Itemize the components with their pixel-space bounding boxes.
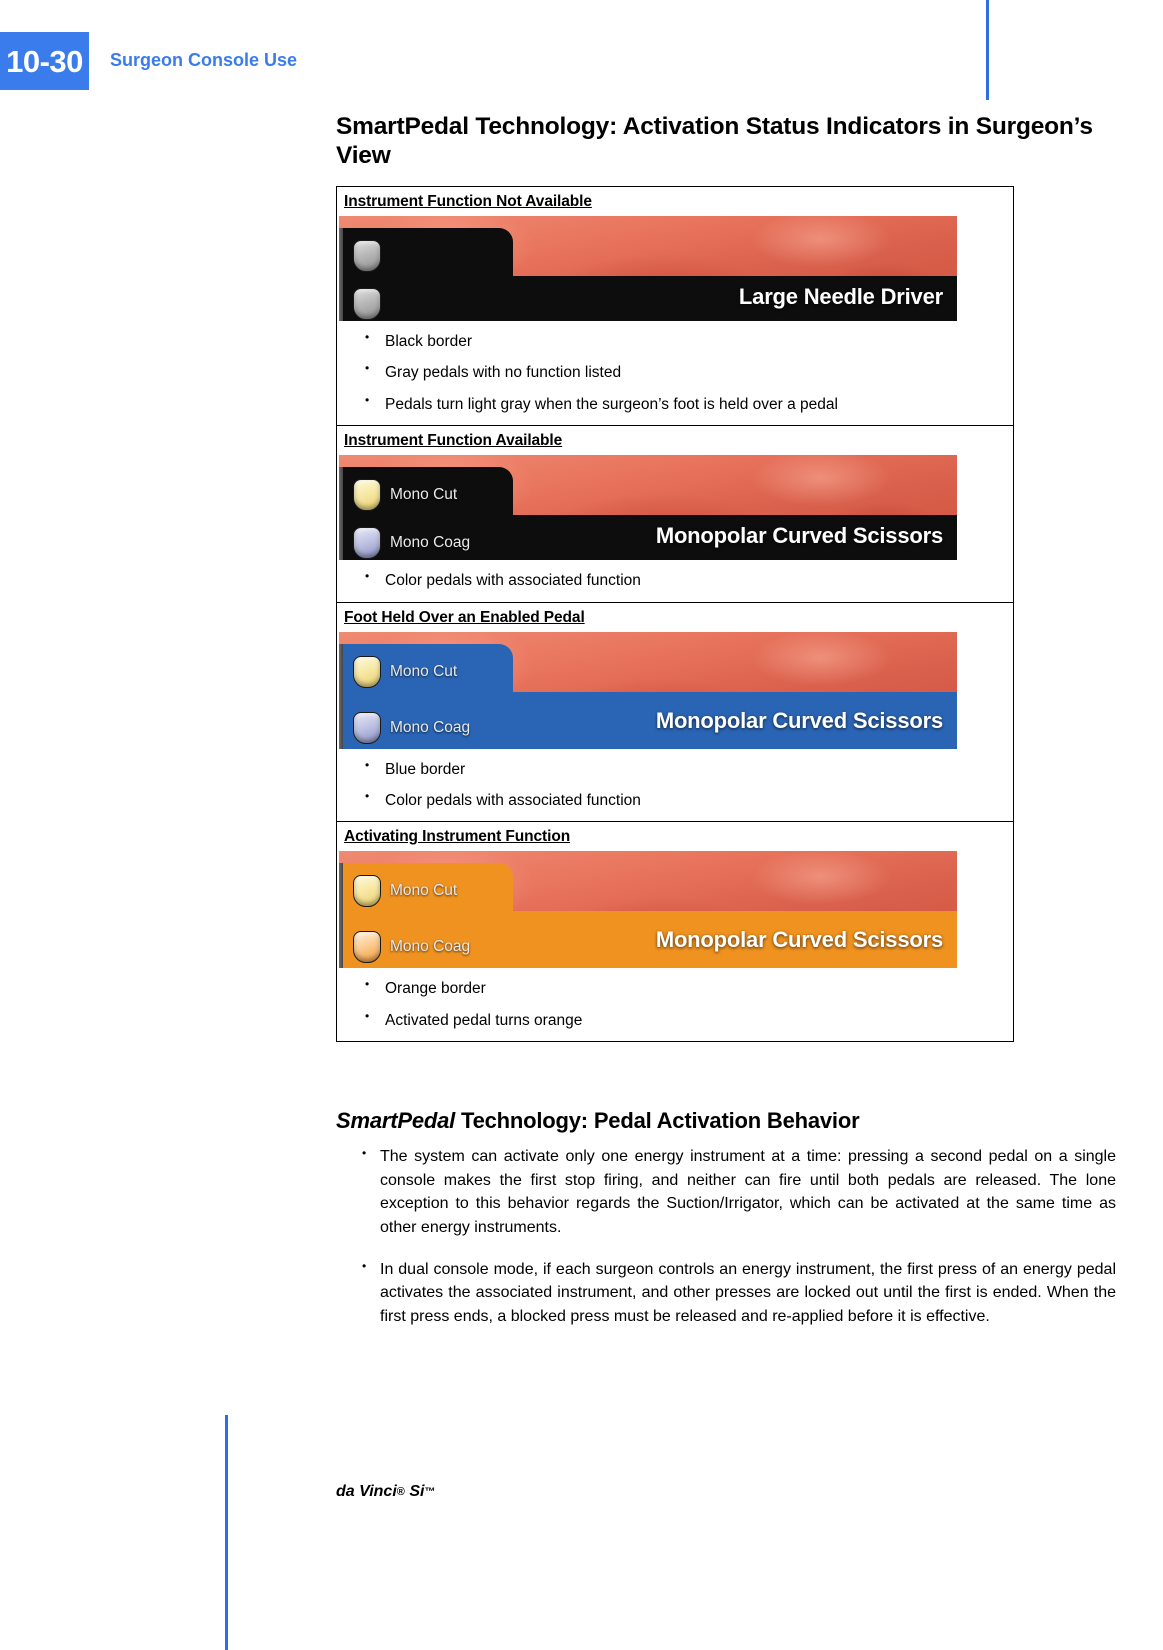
console-view-mock: Mono Cut Mono Coag Monopolar Curved Scis… [339,631,957,749]
document-page: 10-30 Surgeon Console Use SmartPedal Tec… [0,0,1163,1650]
status-table-body: Instrument Function Not Available Large … [336,187,1014,1042]
screenshot-cell: Mono Cut Mono Coag Monopolar Curved Scis… [337,631,1013,749]
pedal-row-upper [353,240,390,272]
behavior-bullet-list: The system can activate only one energy … [336,1145,1116,1347]
list-item: Pedals turn light gray when the surgeon’… [337,393,1013,414]
pedal-icon [353,479,381,512]
screenshot-cell: Large Needle Driver [337,216,1013,321]
pedal-row-upper: Mono Cut [353,479,458,512]
pedal-icon [353,711,381,744]
console-view-mock: Mono Cut Mono Coag Monopolar Curved Scis… [339,455,957,561]
pedal-row-lower: Mono Coag [353,527,471,560]
list-item: Gray pedals with no function listed [337,361,1013,382]
band-heading: Instrument Function Not Available [344,193,592,210]
footer-vertical-rule [225,1415,228,1650]
pedal-label: Mono Coag [390,718,471,736]
running-header: Surgeon Console Use [110,50,298,70]
pedal-label: Mono Cut [390,882,458,900]
pedal-label: Mono Coag [390,534,471,552]
table-row: Foot Held Over an Enabled Pedal Mono Cut… [336,602,1014,822]
activation-status-table: Instrument Function Not Available Large … [336,186,1014,1042]
pedal-icon [353,288,381,320]
list-item: Activated pedal turns orange [337,1009,1013,1030]
page-title: SmartPedal Technology: Activation Status… [336,113,1093,170]
band-bullet-list: Orange border Activated pedal turns oran… [337,968,1013,1041]
trademark-mark-icon: ™ [424,1486,436,1498]
table-row: Instrument Function Not Available Large … [336,187,1014,426]
band-bullet-list: Color pedals with associated function [337,560,1013,601]
instrument-name-label: Monopolar Curved Scissors [655,707,943,733]
pedal-row-lower: Mono Coag [353,711,471,744]
instrument-name-label: Large Needle Driver [738,284,943,309]
section-heading: SmartPedal Technology: Pedal Activation … [336,1108,1116,1134]
list-item: Orange border [337,977,1013,998]
instrument-name-label: Monopolar Curved Scissors [655,523,943,549]
registered-mark-icon: ® [396,1486,405,1498]
pedal-icon [353,875,381,908]
pedal-row-upper: Mono Cut [353,875,458,908]
pedal-row-upper: Mono Cut [353,655,458,688]
footer-product: da Vinci [336,1483,397,1500]
pedal-icon [353,655,381,688]
band-heading: Instrument Function Available [344,432,563,450]
pedal-row-lower [353,288,390,320]
pedal-icon [353,527,381,560]
table-row: Instrument Function Available Mono Cut M… [336,426,1014,602]
footer-product-label: da Vinci® Si™ [336,1483,435,1501]
pedal-row-lower: Mono Coag [353,931,471,964]
header-vertical-rule [986,0,989,100]
band-bullet-list: Black border Gray pedals with no functio… [337,321,1013,425]
table-row: Activating Instrument Function Mono Cut … [337,822,1014,1042]
pedal-label: Mono Cut [390,486,458,504]
pedal-label: Mono Cut [390,662,458,680]
band-heading: Foot Held Over an Enabled Pedal [344,608,585,626]
section-heading-italic: SmartPedal [336,1108,456,1133]
page-number: 10-30 [6,43,83,79]
list-item: The system can activate only one energy … [336,1145,1116,1240]
list-item: Black border [337,330,1013,351]
band-heading: Activating Instrument Function [344,828,571,846]
screenshot-cell: Mono Cut Mono Coag Monopolar Curved Scis… [337,455,1013,561]
page-number-badge: 10-30 [0,32,89,90]
footer-model: Si [404,1483,425,1500]
list-item: Color pedals with associated function [337,569,1013,590]
section-heading-rest: Technology: Pedal Activation Behavior [455,1108,860,1133]
screenshot-cell: Mono Cut Mono Coag Monopolar Curved Scis… [337,851,1013,969]
list-item: Blue border [337,757,1013,779]
pedal-label: Mono Coag [390,938,471,956]
console-view-mock: Mono Cut Mono Coag Monopolar Curved Scis… [339,851,957,969]
pedal-icon [353,240,381,272]
pedal-icon [353,931,381,964]
list-item: In dual console mode, if each surgeon co… [336,1258,1116,1329]
instrument-name-label: Monopolar Curved Scissors [655,927,943,953]
band-bullet-list: Blue border Color pedals with associated… [337,749,1013,822]
console-view-mock: Large Needle Driver [339,216,957,321]
list-item: Color pedals with associated function [337,789,1013,810]
